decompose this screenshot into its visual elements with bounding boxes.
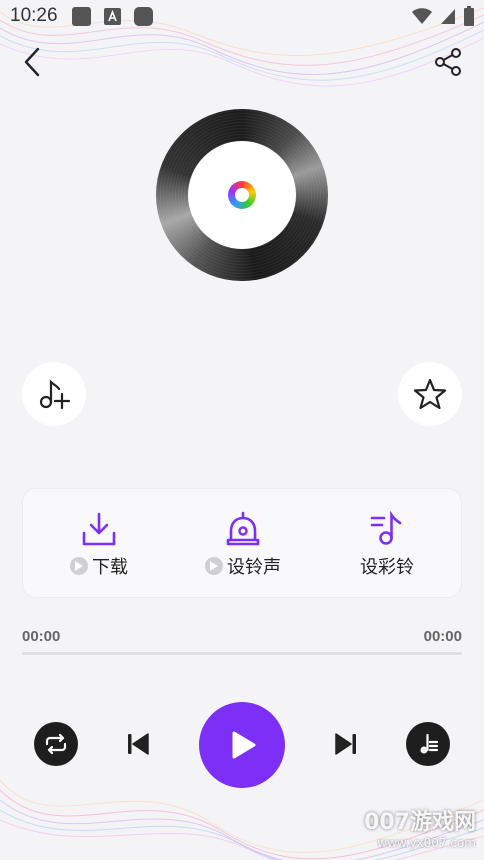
notification-icon: [71, 6, 91, 26]
favorite-button[interactable]: [398, 362, 462, 426]
video-ad-icon: [205, 557, 223, 575]
watermark-sub: www.yx007.com: [377, 836, 476, 850]
video-ad-icon: [70, 557, 88, 575]
current-time: 00:00: [22, 628, 61, 645]
repeat-icon: [45, 733, 67, 755]
color-ringtone-label: 设彩铃: [360, 557, 414, 578]
font-notification-icon: [103, 7, 122, 26]
watermark: 007游戏网 www.yx007.com: [364, 804, 476, 850]
music-note-list-icon: [367, 509, 407, 549]
watermark-main: 007游戏网: [364, 810, 476, 835]
signal-icon: [441, 9, 455, 24]
total-time: 00:00: [423, 628, 462, 645]
status-time: 10:26: [10, 5, 58, 26]
alarm-bell-icon: [223, 509, 263, 549]
share-icon: [435, 48, 461, 76]
download-icon: [79, 509, 119, 549]
ringtone-label: 设铃声: [227, 557, 281, 578]
battery-icon: [464, 6, 474, 26]
star-icon: [413, 378, 447, 410]
skip-previous-icon: [128, 733, 149, 755]
set-color-ringtone-action[interactable]: 设彩铃: [317, 489, 457, 599]
music-list-icon: [420, 733, 439, 754]
set-ringtone-action[interactable]: 设铃声: [173, 489, 313, 599]
back-button[interactable]: [14, 44, 50, 80]
loop-mode-button[interactable]: [34, 722, 78, 766]
app-notification-icon: [133, 6, 153, 26]
actions-card: 下载 设铃声 设彩铃: [22, 488, 462, 598]
music-note-plus-icon: [39, 379, 71, 410]
previous-button[interactable]: [122, 728, 154, 760]
play-button[interactable]: [199, 702, 285, 788]
download-label: 下载: [92, 557, 128, 578]
share-button[interactable]: [430, 44, 466, 80]
wifi-icon: [412, 8, 432, 24]
skip-next-icon: [335, 733, 356, 755]
app-logo-icon: [228, 181, 256, 209]
play-icon: [232, 731, 256, 759]
progress-bar[interactable]: [22, 652, 462, 655]
add-to-playlist-button[interactable]: [22, 362, 86, 426]
chevron-left-icon: [24, 47, 40, 77]
status-bar: 10:26: [0, 0, 484, 32]
disc-label: [188, 141, 296, 249]
vinyl-disc: [156, 109, 328, 281]
disc-grooves: [156, 109, 328, 281]
download-action[interactable]: 下载: [29, 489, 169, 599]
next-button[interactable]: [330, 728, 362, 760]
playlist-button[interactable]: [406, 722, 450, 766]
